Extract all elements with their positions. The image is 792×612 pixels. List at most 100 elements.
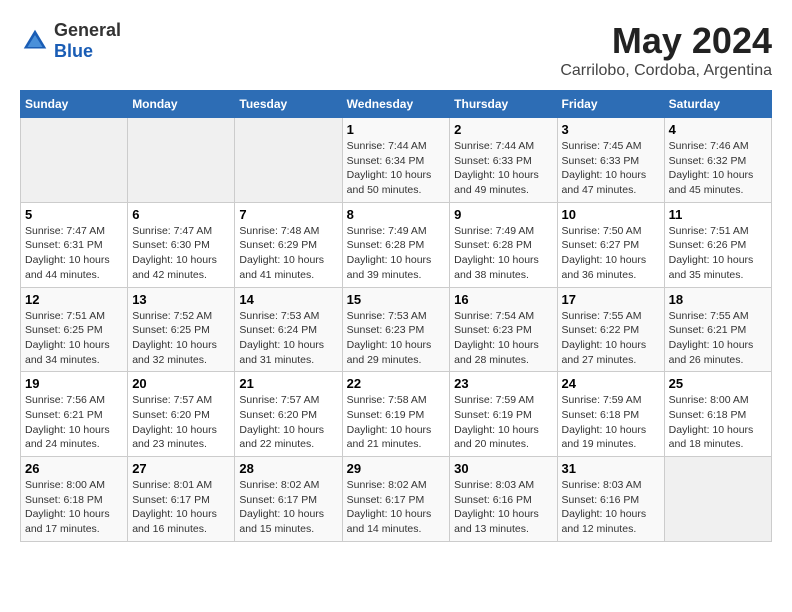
calendar-cell: 26Sunrise: 8:00 AMSunset: 6:18 PMDayligh… <box>21 457 128 542</box>
day-number: 13 <box>132 292 230 307</box>
day-number: 2 <box>454 122 552 137</box>
day-info: Sunrise: 7:47 AMSunset: 6:30 PMDaylight:… <box>132 224 230 283</box>
title-section: May 2024 Carrilobo, Cordoba, Argentina <box>560 20 772 80</box>
day-number: 4 <box>669 122 767 137</box>
day-info: Sunrise: 7:53 AMSunset: 6:24 PMDaylight:… <box>239 309 337 368</box>
day-info: Sunrise: 7:47 AMSunset: 6:31 PMDaylight:… <box>25 224 123 283</box>
day-info: Sunrise: 8:03 AMSunset: 6:16 PMDaylight:… <box>454 478 552 537</box>
day-number: 11 <box>669 207 767 222</box>
day-info: Sunrise: 7:59 AMSunset: 6:18 PMDaylight:… <box>562 393 660 452</box>
day-info: Sunrise: 7:53 AMSunset: 6:23 PMDaylight:… <box>347 309 446 368</box>
day-info: Sunrise: 8:02 AMSunset: 6:17 PMDaylight:… <box>239 478 337 537</box>
calendar-cell: 25 Sunrise: 8:00 AMSunset: 6:18 PMDayligh… <box>664 372 771 457</box>
calendar-cell: 7 Sunrise: 7:48 AMSunset: 6:29 PMDaylight… <box>235 202 342 287</box>
day-number: 27 <box>132 461 230 476</box>
weekday-header: Thursday <box>450 91 557 118</box>
day-info: Sunrise: 7:59 AMSunset: 6:19 PMDaylight:… <box>454 393 552 452</box>
calendar-cell: 31Sunrise: 8:03 AMSunset: 6:16 PMDayligh… <box>557 457 664 542</box>
day-number: 12 <box>25 292 123 307</box>
day-info: Sunrise: 7:50 AMSunset: 6:27 PMDaylight:… <box>562 224 660 283</box>
day-number: 16 <box>454 292 552 307</box>
calendar-cell: 19 Sunrise: 7:56 AMSunset: 6:21 PMDayligh… <box>21 372 128 457</box>
day-info: Sunrise: 7:52 AMSunset: 6:25 PMDaylight:… <box>132 309 230 368</box>
calendar-week-row: 12 Sunrise: 7:51 AMSunset: 6:25 PMDayligh… <box>21 287 772 372</box>
calendar-cell: 9Sunrise: 7:49 AMSunset: 6:28 PMDaylight… <box>450 202 557 287</box>
calendar-body: 1 Sunrise: 7:44 AMSunset: 6:34 PMDaylight… <box>21 118 772 542</box>
day-info: Sunrise: 7:57 AMSunset: 6:20 PMDaylight:… <box>239 393 337 452</box>
day-number: 29 <box>347 461 446 476</box>
calendar-cell: 20Sunrise: 7:57 AMSunset: 6:20 PMDayligh… <box>128 372 235 457</box>
day-info: Sunrise: 8:01 AMSunset: 6:17 PMDaylight:… <box>132 478 230 537</box>
day-info: Sunrise: 7:44 AMSunset: 6:33 PMDaylight:… <box>454 139 552 198</box>
calendar-cell: 18 Sunrise: 7:55 AMSunset: 6:21 PMDayligh… <box>664 287 771 372</box>
logo-general: General <box>54 20 121 40</box>
header-row: SundayMondayTuesdayWednesdayThursdayFrid… <box>21 91 772 118</box>
calendar-cell: 12 Sunrise: 7:51 AMSunset: 6:25 PMDayligh… <box>21 287 128 372</box>
day-number: 28 <box>239 461 337 476</box>
day-info: Sunrise: 8:00 AMSunset: 6:18 PMDaylight:… <box>669 393 767 452</box>
page-container: General Blue May 2024 Carrilobo, Cordoba… <box>20 20 772 542</box>
weekday-header: Tuesday <box>235 91 342 118</box>
weekday-header: Saturday <box>664 91 771 118</box>
calendar-cell: 11 Sunrise: 7:51 AMSunset: 6:26 PMDayligh… <box>664 202 771 287</box>
logo-blue: Blue <box>54 41 93 61</box>
day-number: 21 <box>239 376 337 391</box>
day-number: 5 <box>25 207 123 222</box>
day-info: Sunrise: 7:44 AMSunset: 6:34 PMDaylight:… <box>347 139 446 198</box>
calendar-cell: 17Sunrise: 7:55 AMSunset: 6:22 PMDayligh… <box>557 287 664 372</box>
month-year: May 2024 <box>560 20 772 62</box>
day-number: 10 <box>562 207 660 222</box>
calendar-cell: 6Sunrise: 7:47 AMSunset: 6:30 PMDaylight… <box>128 202 235 287</box>
calendar-cell <box>664 457 771 542</box>
calendar-week-row: 19 Sunrise: 7:56 AMSunset: 6:21 PMDayligh… <box>21 372 772 457</box>
calendar-cell: 23Sunrise: 7:59 AMSunset: 6:19 PMDayligh… <box>450 372 557 457</box>
calendar-week-row: 1 Sunrise: 7:44 AMSunset: 6:34 PMDaylight… <box>21 118 772 203</box>
day-number: 20 <box>132 376 230 391</box>
calendar-cell: 13 Sunrise: 7:52 AMSunset: 6:25 PMDayligh… <box>128 287 235 372</box>
day-number: 1 <box>347 122 446 137</box>
calendar-cell: 4 Sunrise: 7:46 AMSunset: 6:32 PMDaylight… <box>664 118 771 203</box>
calendar-cell: 27 Sunrise: 8:01 AMSunset: 6:17 PMDayligh… <box>128 457 235 542</box>
calendar-cell: 10 Sunrise: 7:50 AMSunset: 6:27 PMDayligh… <box>557 202 664 287</box>
day-info: Sunrise: 7:55 AMSunset: 6:21 PMDaylight:… <box>669 309 767 368</box>
calendar-cell: 3Sunrise: 7:45 AMSunset: 6:33 PMDaylight… <box>557 118 664 203</box>
logo-icon <box>20 26 50 56</box>
calendar-table: SundayMondayTuesdayWednesdayThursdayFrid… <box>20 90 772 542</box>
calendar-cell: 28 Sunrise: 8:02 AMSunset: 6:17 PMDayligh… <box>235 457 342 542</box>
day-number: 7 <box>239 207 337 222</box>
day-info: Sunrise: 7:51 AMSunset: 6:26 PMDaylight:… <box>669 224 767 283</box>
calendar-cell: 15 Sunrise: 7:53 AMSunset: 6:23 PMDayligh… <box>342 287 450 372</box>
calendar-week-row: 26Sunrise: 8:00 AMSunset: 6:18 PMDayligh… <box>21 457 772 542</box>
weekday-header: Friday <box>557 91 664 118</box>
day-info: Sunrise: 7:48 AMSunset: 6:29 PMDaylight:… <box>239 224 337 283</box>
calendar-cell: 30Sunrise: 8:03 AMSunset: 6:16 PMDayligh… <box>450 457 557 542</box>
calendar-cell: 24 Sunrise: 7:59 AMSunset: 6:18 PMDayligh… <box>557 372 664 457</box>
calendar-cell: 2 Sunrise: 7:44 AMSunset: 6:33 PMDaylight… <box>450 118 557 203</box>
calendar-cell <box>21 118 128 203</box>
day-info: Sunrise: 7:56 AMSunset: 6:21 PMDaylight:… <box>25 393 123 452</box>
day-number: 22 <box>347 376 446 391</box>
day-info: Sunrise: 7:49 AMSunset: 6:28 PMDaylight:… <box>347 224 446 283</box>
day-number: 25 <box>669 376 767 391</box>
weekday-header: Monday <box>128 91 235 118</box>
calendar-cell: 14 Sunrise: 7:53 AMSunset: 6:24 PMDayligh… <box>235 287 342 372</box>
day-number: 18 <box>669 292 767 307</box>
day-info: Sunrise: 7:51 AMSunset: 6:25 PMDaylight:… <box>25 309 123 368</box>
day-number: 19 <box>25 376 123 391</box>
day-info: Sunrise: 8:02 AMSunset: 6:17 PMDaylight:… <box>347 478 446 537</box>
day-number: 3 <box>562 122 660 137</box>
calendar-cell: 29 Sunrise: 8:02 AMSunset: 6:17 PMDayligh… <box>342 457 450 542</box>
location: Carrilobo, Cordoba, Argentina <box>560 62 772 80</box>
day-number: 14 <box>239 292 337 307</box>
logo-text: General Blue <box>54 20 121 62</box>
day-info: Sunrise: 7:46 AMSunset: 6:32 PMDaylight:… <box>669 139 767 198</box>
day-info: Sunrise: 7:49 AMSunset: 6:28 PMDaylight:… <box>454 224 552 283</box>
calendar-week-row: 5 Sunrise: 7:47 AMSunset: 6:31 PMDaylight… <box>21 202 772 287</box>
day-info: Sunrise: 7:58 AMSunset: 6:19 PMDaylight:… <box>347 393 446 452</box>
calendar-cell: 21 Sunrise: 7:57 AMSunset: 6:20 PMDayligh… <box>235 372 342 457</box>
calendar-cell: 5 Sunrise: 7:47 AMSunset: 6:31 PMDaylight… <box>21 202 128 287</box>
day-info: Sunrise: 8:00 AMSunset: 6:18 PMDaylight:… <box>25 478 123 537</box>
day-number: 24 <box>562 376 660 391</box>
calendar-cell: 16Sunrise: 7:54 AMSunset: 6:23 PMDayligh… <box>450 287 557 372</box>
day-number: 15 <box>347 292 446 307</box>
